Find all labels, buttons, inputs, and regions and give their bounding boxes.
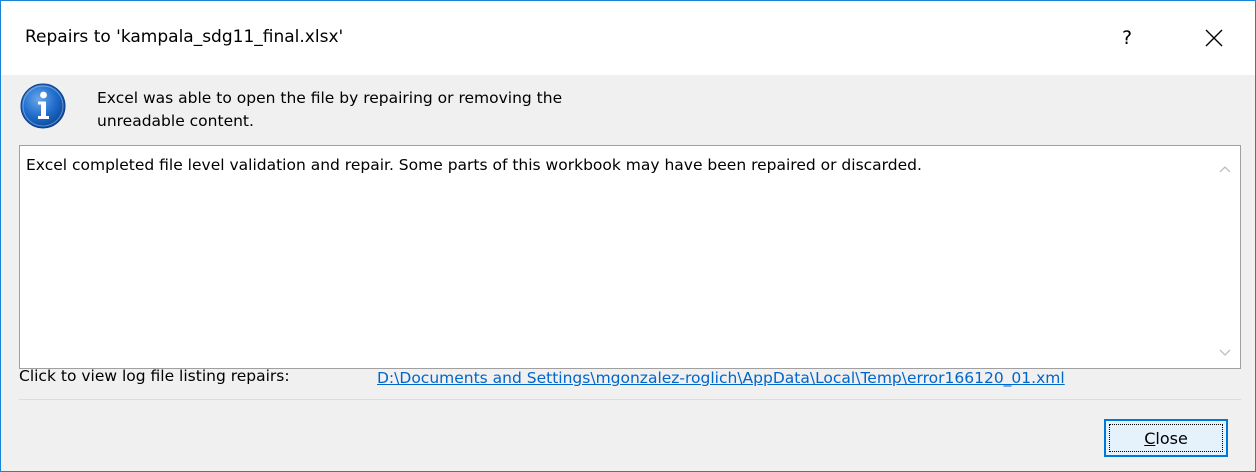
- scroll-up-button[interactable]: [1210, 154, 1240, 184]
- log-file-label: Click to view log file listing repairs:: [19, 367, 290, 385]
- title-bar[interactable]: Repairs to 'kampala_sdg11_final.xlsx' ?: [1, 1, 1255, 75]
- close-button-label-rest: lose: [1155, 428, 1188, 448]
- scroll-down-button[interactable]: [1210, 338, 1240, 368]
- help-button[interactable]: ?: [1107, 16, 1147, 60]
- summary-line-2: unreadable content.: [97, 112, 254, 130]
- chevron-down-icon: [1219, 349, 1231, 356]
- close-x-button[interactable]: [1194, 16, 1234, 60]
- dialog-title: Repairs to 'kampala_sdg11_final.xlsx': [25, 27, 344, 47]
- details-text: Excel completed file level validation an…: [26, 156, 922, 174]
- information-icon: [20, 83, 66, 129]
- summary-message: Excel was able to open the file by repai…: [97, 87, 797, 133]
- close-x-icon: [1205, 29, 1223, 47]
- chevron-up-icon: [1219, 166, 1231, 173]
- details-textbox[interactable]: Excel completed file level validation an…: [19, 145, 1241, 369]
- repairs-dialog: Repairs to 'kampala_sdg11_final.xlsx' ? …: [0, 0, 1256, 472]
- divider: [19, 399, 1241, 400]
- close-button-label: Close: [1144, 429, 1188, 448]
- close-button-accelerator: C: [1144, 428, 1156, 448]
- summary-line-1: Excel was able to open the file by repai…: [97, 89, 563, 107]
- close-button[interactable]: Close: [1104, 419, 1228, 457]
- log-file-link[interactable]: D:\Documents and Settings\mgonzalez-rogl…: [377, 369, 1065, 387]
- vertical-scrollbar[interactable]: [1210, 146, 1240, 368]
